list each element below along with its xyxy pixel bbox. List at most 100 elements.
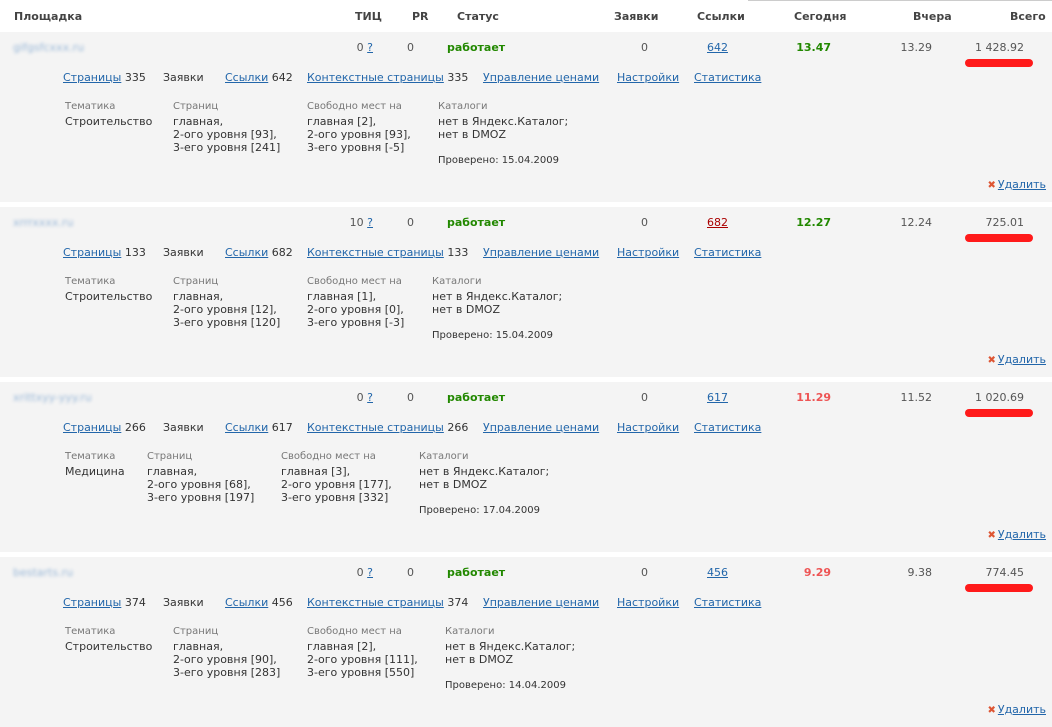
links-nav-link[interactable]: Ссылки [225, 71, 268, 84]
tic-help-link[interactable]: ? [367, 41, 373, 54]
requests-label: Заявки [163, 421, 204, 434]
context-pages-link[interactable]: Контекстные страницы [307, 421, 444, 434]
context-pages-link[interactable]: Контекстные страницы [307, 596, 444, 609]
delete-link[interactable]: Удалить [998, 528, 1046, 541]
header-divider [748, 0, 1052, 1]
price-mgmt-link[interactable]: Управление ценами [483, 246, 599, 259]
catalogs-info: нет в Яндекс.Каталог; нет в DMOZ [419, 465, 550, 491]
yesterday-value: 12.24 [900, 216, 933, 229]
col-pr: PR [412, 10, 429, 23]
tic-help-link[interactable]: ? [367, 216, 373, 229]
delete-item[interactable]: ✖ Удалить [987, 528, 1046, 541]
col-links: Ссылки [697, 10, 745, 23]
links-nav-link[interactable]: Ссылки [225, 246, 268, 259]
free-places-info: главная [3], 2-ого уровня [177], 3-его у… [281, 465, 392, 504]
price-mgmt-link[interactable]: Управление ценами [483, 421, 599, 434]
pr-value: 0 [407, 391, 414, 404]
total-value: 1 020.69 [975, 391, 1024, 404]
today-value: 9.29 [803, 566, 831, 579]
total-value: 725.01 [985, 216, 1025, 229]
context-item: Контекстные страницы 374 [307, 596, 468, 609]
site-card: xrrrxxxx.ru 10 ? 0 работает 0 682 12.27 … [0, 207, 1052, 377]
site-card: gifgsfcxxx.ru 0 ? 0 работает 0 642 13.47… [0, 32, 1052, 202]
site-name-link[interactable]: gifgsfcxxx.ru [13, 41, 84, 54]
pages-link[interactable]: Страницы [63, 596, 121, 609]
free-places-label: Свободно мест на [281, 451, 376, 462]
tic-value: 0 ? [357, 566, 373, 579]
topic-value: Медицина [65, 465, 125, 478]
tic-number: 0 [356, 566, 364, 579]
catalogs-label: Каталоги [419, 451, 469, 462]
settings-link[interactable]: Настройки [617, 421, 679, 434]
pages-count: 133 [124, 246, 146, 259]
tic-help-link[interactable]: ? [367, 566, 373, 579]
links-count-link[interactable]: 617 [707, 391, 728, 404]
requests-value: 0 [641, 216, 648, 229]
links-item: Ссылки 617 [225, 421, 293, 434]
delete-link[interactable]: Удалить [998, 703, 1046, 716]
settings-link[interactable]: Настройки [617, 71, 679, 84]
site-name-link[interactable]: xrrrxxxx.ru [13, 216, 73, 229]
delete-item[interactable]: ✖ Удалить [987, 353, 1046, 366]
tic-value: 0 ? [357, 391, 373, 404]
stats-link[interactable]: Статистика [694, 421, 761, 434]
catalogs-label: Каталоги [432, 276, 482, 287]
links-count-link[interactable]: 682 [707, 216, 728, 229]
price-mgmt-link[interactable]: Управление ценами [483, 71, 599, 84]
delete-link[interactable]: Удалить [998, 353, 1046, 366]
pages-col-label: Страниц [147, 451, 193, 462]
pages-item: Страницы 266 [63, 421, 146, 434]
delete-item[interactable]: ✖ Удалить [987, 703, 1046, 716]
topic-label: Тематика [65, 276, 116, 287]
links-count-link[interactable]: 642 [707, 41, 728, 54]
links-nav-link[interactable]: Ссылки [225, 421, 268, 434]
links-count-link[interactable]: 456 [707, 566, 728, 579]
stats-link[interactable]: Статистика [694, 71, 761, 84]
col-requests: Заявки [614, 10, 659, 23]
site-name-link[interactable]: bestarts.ru [13, 566, 73, 579]
site-name-link[interactable]: xrittxyy-yyy.ru [13, 391, 92, 404]
catalogs-info: нет в Яндекс.Каталог; нет в DMOZ [438, 115, 569, 141]
context-pages-link[interactable]: Контекстные страницы [307, 71, 444, 84]
free-places-label: Свободно мест на [307, 626, 402, 637]
context-pages-count: 374 [447, 596, 469, 609]
settings-link[interactable]: Настройки [617, 596, 679, 609]
tic-value: 10 ? [350, 216, 373, 229]
checked-date: Проверено: 14.04.2009 [445, 680, 566, 691]
total-value: 1 428.92 [975, 41, 1024, 54]
pages-item: Страницы 335 [63, 71, 146, 84]
free-places-label: Свободно мест на [307, 101, 402, 112]
pages-link[interactable]: Страницы [63, 71, 121, 84]
pages-item: Страницы 374 [63, 596, 146, 609]
site-card: bestarts.ru 0 ? 0 работает 0 456 9.29 9.… [0, 557, 1052, 727]
price-mgmt-link[interactable]: Управление ценами [483, 596, 599, 609]
free-places-info: главная [1], 2-ого уровня [0], 3-его уро… [307, 290, 405, 329]
links-item: Ссылки 456 [225, 596, 293, 609]
tic-help-link[interactable]: ? [367, 391, 373, 404]
links-nav-link[interactable]: Ссылки [225, 596, 268, 609]
pages-link[interactable]: Страницы [63, 246, 121, 259]
delete-link[interactable]: Удалить [998, 178, 1046, 191]
delete-item[interactable]: ✖ Удалить [987, 178, 1046, 191]
pr-value: 0 [407, 566, 414, 579]
redaction-mark [965, 59, 1033, 67]
context-pages-link[interactable]: Контекстные страницы [307, 246, 444, 259]
total-value: 774.45 [985, 566, 1025, 579]
col-tic: ТИЦ [355, 10, 382, 23]
col-site: Площадка [14, 10, 83, 23]
status-badge: работает [447, 41, 506, 54]
pages-info: главная, 2-ого уровня [90], 3-его уровня… [173, 640, 281, 679]
pr-value: 0 [407, 41, 414, 54]
stats-link[interactable]: Статистика [694, 596, 761, 609]
pages-info: главная, 2-ого уровня [12], 3-его уровня… [173, 290, 281, 329]
catalogs-info: нет в Яндекс.Каталог; нет в DMOZ [432, 290, 563, 316]
settings-link[interactable]: Настройки [617, 246, 679, 259]
stats-link[interactable]: Статистика [694, 246, 761, 259]
context-pages-count: 133 [447, 246, 469, 259]
catalogs-info: нет в Яндекс.Каталог; нет в DMOZ [445, 640, 576, 666]
col-total: Всего [1010, 10, 1046, 23]
topic-value: Строительство [65, 115, 153, 128]
topic-value: Строительство [65, 290, 153, 303]
pages-link[interactable]: Страницы [63, 421, 121, 434]
context-pages-count: 335 [447, 71, 469, 84]
